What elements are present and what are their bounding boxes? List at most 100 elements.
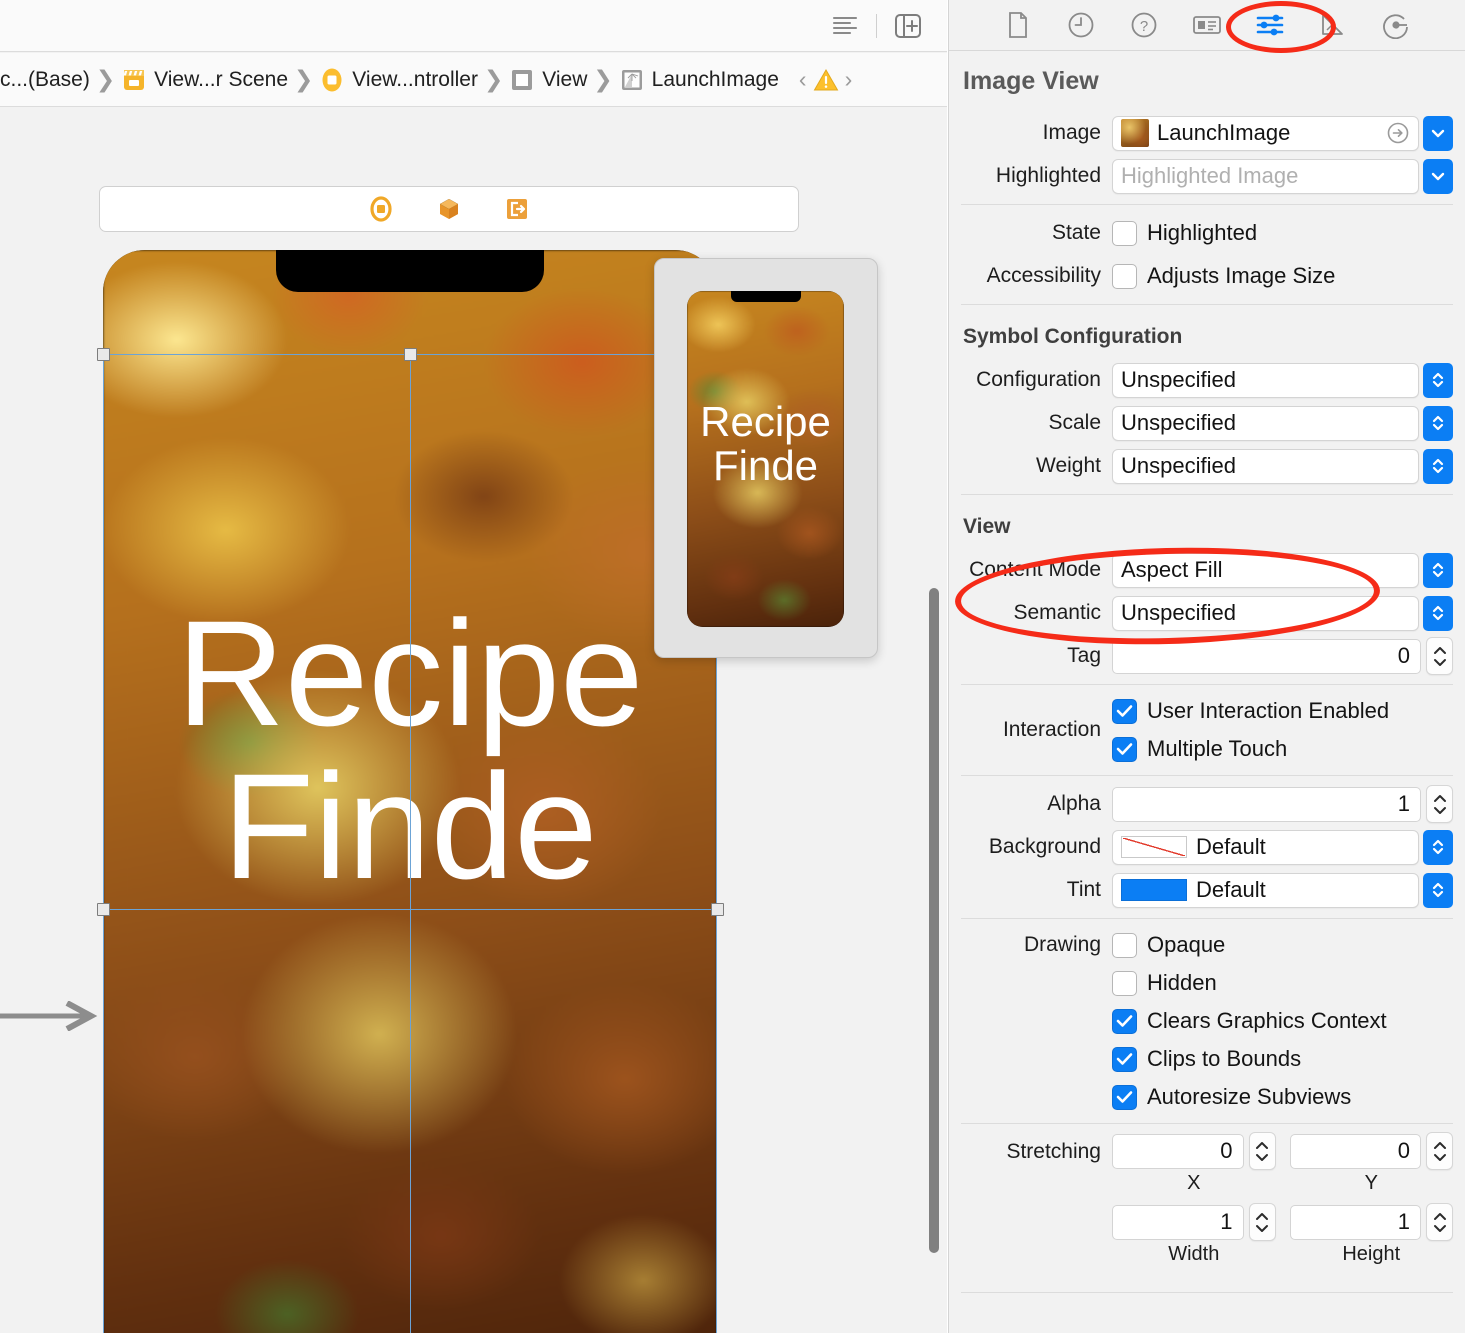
alpha-input[interactable]: 1: [1112, 786, 1421, 822]
adjusts-image-size-checkbox[interactable]: [1112, 263, 1137, 289]
view-section-heading: View: [963, 515, 1011, 538]
breadcrumb-label: View...r Scene: [154, 67, 288, 91]
semantic-combo[interactable]: Unspecified: [1112, 595, 1419, 631]
inspector-pane: ? Image View Image LaunchImage Highlight…: [948, 0, 1465, 1333]
hidden-checkbox[interactable]: [1112, 970, 1137, 996]
content-mode-label: Content Mode: [969, 558, 1101, 581]
size-inspector-tab[interactable]: [1316, 8, 1350, 42]
warning-triangle-icon[interactable]: [813, 68, 839, 92]
stretching-x-input[interactable]: 0: [1112, 1133, 1244, 1169]
clips-to-bounds-checkbox[interactable]: [1112, 1046, 1137, 1072]
breadcrumb-nav-next[interactable]: ›: [839, 66, 859, 93]
tint-dropdown-button[interactable]: [1423, 872, 1453, 908]
view-icon: [509, 67, 535, 93]
hidden-checkrow[interactable]: Hidden: [1112, 965, 1217, 1001]
tag-input[interactable]: 0: [1112, 638, 1421, 674]
background-color-combo[interactable]: Default: [1112, 829, 1419, 865]
user-interaction-enabled-checkrow[interactable]: User Interaction Enabled: [1112, 693, 1389, 729]
tag-label: Tag: [1067, 644, 1101, 667]
scale-dropdown-button[interactable]: [1423, 405, 1453, 441]
selection-handle-right-middle[interactable]: [711, 903, 724, 916]
breadcrumb-item-view[interactable]: View: [509, 67, 587, 93]
file-inspector-tab[interactable]: [1001, 8, 1035, 42]
semantic-label: Semantic: [1013, 601, 1101, 624]
selection-handle-top-center[interactable]: [404, 348, 417, 361]
breadcrumb-item-viewcontroller[interactable]: View...ntroller: [319, 67, 478, 93]
text-lines-icon[interactable]: [828, 11, 862, 41]
semantic-value: Unspecified: [1121, 600, 1236, 625]
weight-dropdown-button[interactable]: [1423, 448, 1453, 484]
multiple-touch-checkrow[interactable]: Multiple Touch: [1112, 731, 1287, 767]
semantic-dropdown-button[interactable]: [1423, 595, 1453, 631]
storyboard-canvas[interactable]: Recipe Finde Recipe Finde: [0, 108, 947, 1333]
multiple-touch-checkbox[interactable]: [1112, 736, 1137, 762]
stretching-y-stepper[interactable]: [1426, 1132, 1453, 1170]
autoresize-subviews-checkbox[interactable]: [1112, 1084, 1137, 1110]
highlighted-placeholder: Highlighted Image: [1121, 163, 1299, 188]
tint-value: Default: [1196, 877, 1266, 902]
breadcrumb-item-base[interactable]: c...(Base): [0, 68, 90, 92]
adjusts-image-size-checkrow[interactable]: Adjusts Image Size: [1112, 258, 1335, 294]
clips-to-bounds-checkrow[interactable]: Clips to Bounds: [1112, 1041, 1301, 1077]
add-editor-icon[interactable]: [891, 11, 925, 41]
tag-stepper[interactable]: [1426, 637, 1453, 675]
tag-row: Tag 0: [949, 636, 1465, 676]
section-divider: [961, 918, 1453, 919]
user-interaction-enabled-checkbox[interactable]: [1112, 698, 1137, 724]
breadcrumb-item-scene[interactable]: View...r Scene: [121, 67, 288, 93]
clears-graphics-context-checkrow[interactable]: Clears Graphics Context: [1112, 1003, 1387, 1039]
identity-inspector-tab[interactable]: [1190, 8, 1224, 42]
autoresize-subviews-checkrow[interactable]: Autoresize Subviews: [1112, 1079, 1351, 1115]
configuration-dropdown-button[interactable]: [1423, 362, 1453, 398]
first-responder-dock-icon[interactable]: [436, 196, 462, 222]
weight-combo[interactable]: Unspecified: [1112, 448, 1419, 484]
selection-handle-top-left[interactable]: [97, 348, 110, 361]
state-highlighted-checkbox[interactable]: [1112, 220, 1137, 246]
alpha-stepper[interactable]: [1426, 785, 1453, 823]
configuration-combo[interactable]: Unspecified: [1112, 362, 1419, 398]
quick-help-inspector-tab[interactable]: ?: [1127, 8, 1161, 42]
breadcrumb-nav-prev[interactable]: ‹: [793, 66, 813, 93]
highlighted-dropdown-button[interactable]: [1423, 158, 1453, 194]
canvas-vertical-scrollbar[interactable]: [929, 588, 939, 1253]
stretching-height-input[interactable]: 1: [1289, 1204, 1421, 1240]
configuration-row: Configuration Unspecified: [949, 360, 1465, 400]
accessibility-row: Accessibility Adjusts Image Size: [949, 256, 1465, 296]
jump-to-asset-icon[interactable]: [1386, 121, 1410, 145]
history-inspector-tab[interactable]: [1064, 8, 1098, 42]
guide-line-vertical: [410, 354, 411, 1333]
content-mode-dropdown-button[interactable]: [1423, 552, 1453, 588]
stretching-x-stepper[interactable]: [1248, 1132, 1276, 1170]
section-divider: [961, 304, 1453, 305]
content-mode-value: Aspect Fill: [1121, 557, 1223, 582]
attributes-inspector-tab[interactable]: [1253, 8, 1287, 42]
stretching-y-input[interactable]: 0: [1289, 1133, 1421, 1169]
background-dropdown-button[interactable]: [1423, 829, 1453, 865]
background-label: Background: [988, 835, 1101, 858]
connections-inspector-tab[interactable]: [1379, 8, 1413, 42]
scale-combo[interactable]: Unspecified: [1112, 405, 1419, 441]
highlighted-image-combo[interactable]: Highlighted Image: [1112, 158, 1419, 194]
content-mode-combo[interactable]: Aspect Fill: [1112, 552, 1419, 588]
svg-text:?: ?: [1140, 18, 1148, 35]
stretching-width-input[interactable]: 1: [1112, 1204, 1244, 1240]
opaque-checkbox[interactable]: [1112, 932, 1137, 958]
device-preview-popover[interactable]: Recipe Finde: [654, 258, 878, 658]
stretching-width-stepper[interactable]: [1248, 1203, 1276, 1241]
breadcrumb-item-launchimage[interactable]: LaunchImage: [619, 67, 779, 93]
selection-handle-left-middle[interactable]: [97, 903, 110, 916]
clears-graphics-context-checkbox[interactable]: [1112, 1008, 1137, 1034]
image-combo[interactable]: LaunchImage: [1112, 115, 1419, 151]
interaction-label: Interaction: [1002, 718, 1101, 741]
stretching-height-stepper[interactable]: [1426, 1203, 1453, 1241]
opaque-checkrow[interactable]: Opaque: [1112, 927, 1225, 963]
exit-dock-icon[interactable]: [504, 196, 530, 222]
image-dropdown-button[interactable]: [1423, 115, 1453, 151]
drawing-row: Drawing Opaque Hidden Clears Graphics Co…: [949, 927, 1465, 1115]
stretching-row: Stretching 0 X 0 Y 1 Width 1 Height: [949, 1132, 1465, 1266]
view-controller-dock-icon[interactable]: [368, 196, 394, 222]
multiple-touch-label: Multiple Touch: [1147, 736, 1288, 761]
content-mode-row: Content Mode Aspect Fill: [949, 550, 1465, 590]
state-highlighted-checkrow[interactable]: Highlighted: [1112, 215, 1257, 251]
tint-color-combo[interactable]: Default: [1112, 872, 1419, 908]
